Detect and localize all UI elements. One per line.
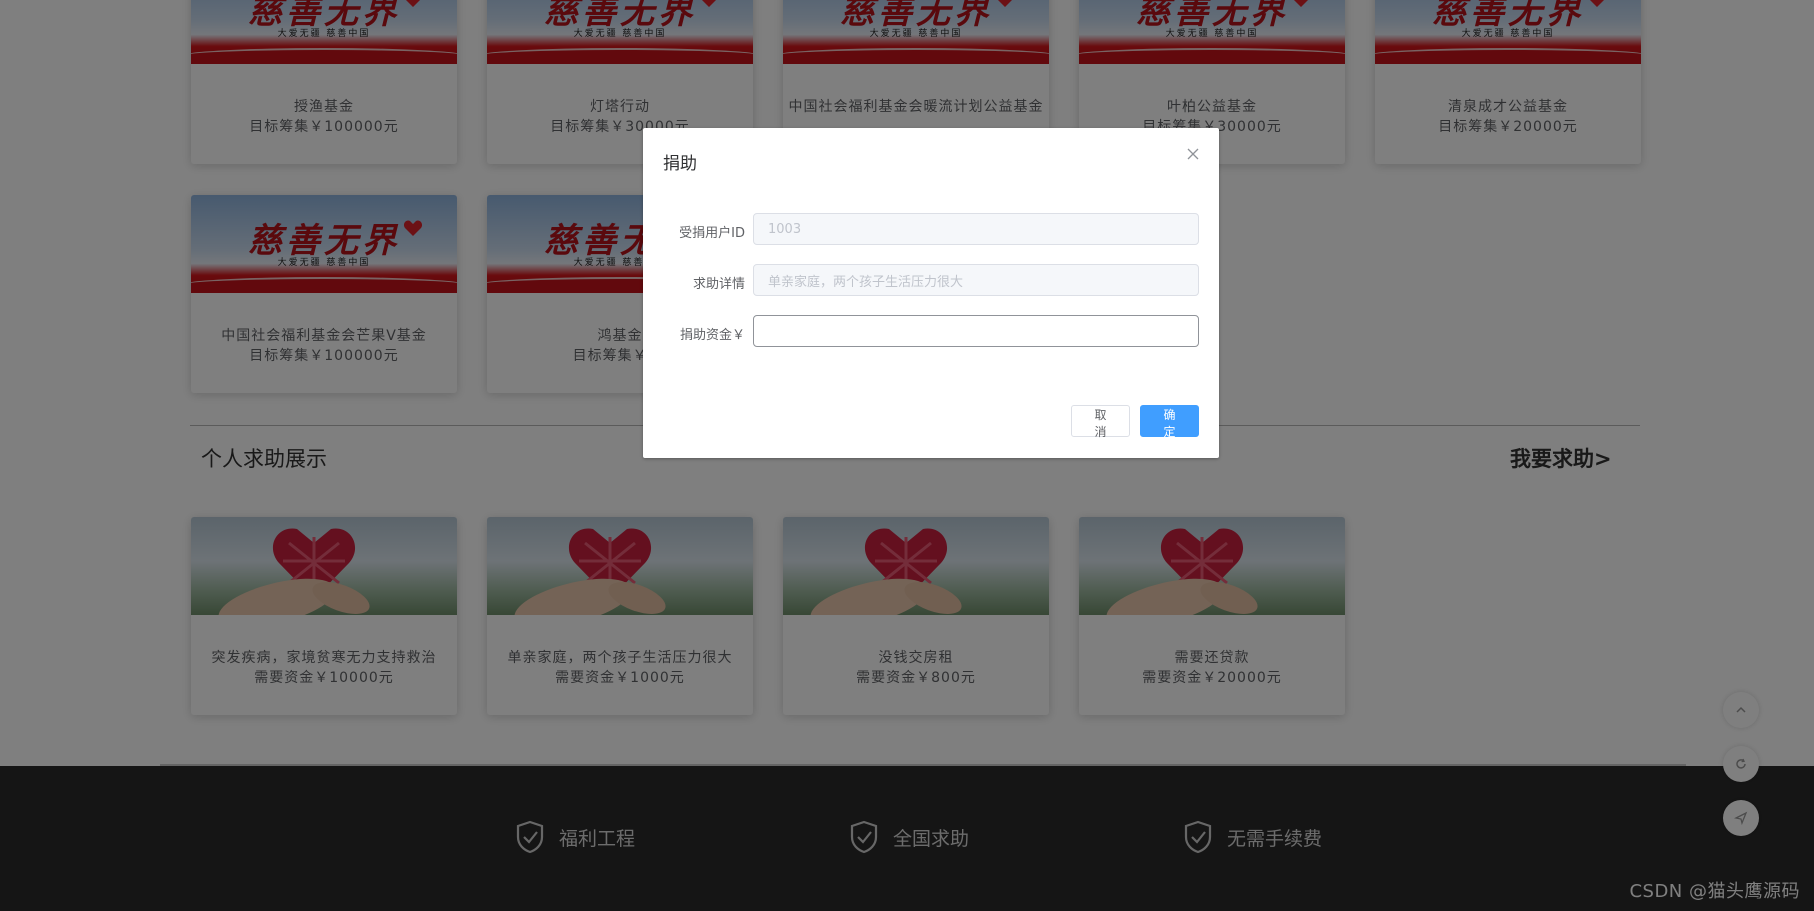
close-icon[interactable] — [1185, 146, 1201, 162]
form-row-amount: 捐助资金￥ — [643, 315, 1219, 349]
detail-input[interactable] — [753, 264, 1199, 296]
amount-label: 捐助资金￥ — [679, 328, 745, 343]
donate-dialog: 捐助 受捐用户ID 求助详情 捐助资金￥ 取 消 确 定 — [643, 128, 1219, 458]
user-id-input[interactable] — [753, 213, 1199, 245]
confirm-button[interactable]: 确 定 — [1140, 405, 1199, 439]
amount-input[interactable] — [753, 315, 1199, 347]
form-row-user-id: 受捐用户ID — [643, 213, 1219, 247]
form-row-detail: 求助详情 — [643, 264, 1219, 298]
detail-label: 求助详情 — [692, 277, 745, 292]
cancel-button[interactable]: 取 消 — [1071, 405, 1130, 439]
user-id-label: 受捐用户ID — [679, 226, 745, 241]
dialog-title: 捐助 — [663, 154, 697, 174]
